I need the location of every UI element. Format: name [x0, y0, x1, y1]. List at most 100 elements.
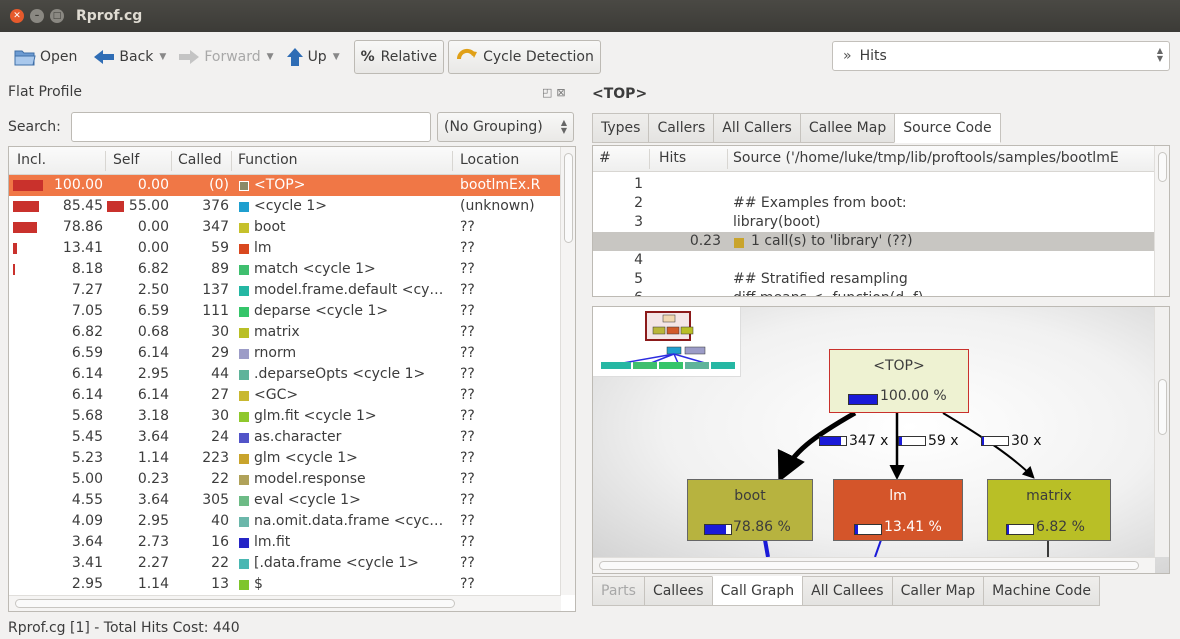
tab-callees[interactable]: Callees: [643, 576, 712, 606]
float-dock-icon[interactable]: ◰: [542, 86, 556, 99]
self-cell: 0.00: [137, 240, 169, 256]
forward-dropdown-icon[interactable]: ▼: [267, 52, 274, 62]
table-row[interactable]: 5.68 3.18 30 glm.fit <cycle 1>??: [9, 406, 561, 427]
called-cell: 44: [211, 366, 229, 382]
incl-cell: 6.14: [71, 387, 103, 403]
table-row[interactable]: 2.95 1.14 13 $??: [9, 574, 561, 595]
graph-node-matrix[interactable]: matrix 6.82 %: [987, 479, 1111, 541]
function-cell: matrix: [254, 324, 300, 340]
incl-cell: 4.55: [71, 492, 103, 508]
self-cell: 2.95: [137, 513, 169, 529]
table-row[interactable]: 3.64 2.73 16 lm.fit??: [9, 532, 561, 553]
graph-horizontal-scrollbar[interactable]: [593, 557, 1155, 573]
column-location[interactable]: Location: [460, 152, 519, 168]
source-line-number: 6: [593, 290, 643, 296]
search-input[interactable]: [71, 112, 431, 142]
back-label: Back: [119, 49, 154, 65]
column-called[interactable]: Called: [178, 152, 222, 168]
table-row[interactable]: 4.55 3.64 305 eval <cycle 1>??: [9, 490, 561, 511]
tab-caller-map[interactable]: Caller Map: [891, 576, 984, 606]
tab-machine-code[interactable]: Machine Code: [983, 576, 1100, 606]
table-row[interactable]: 5.23 1.14 223 glm <cycle 1>??: [9, 448, 561, 469]
incl-cost-bar: [13, 222, 37, 233]
tab-source-code[interactable]: Source Code: [894, 113, 1001, 143]
column-hits[interactable]: Hits: [659, 150, 686, 166]
function-color-swatch: [239, 349, 249, 359]
table-row[interactable]: 6.14 2.95 44 .deparseOpts <cycle 1>??: [9, 364, 561, 385]
tab-call-graph[interactable]: Call Graph: [711, 576, 803, 606]
source-line-hits: 0.23: [689, 233, 721, 249]
graph-node-lm[interactable]: lm 13.41 %: [833, 479, 963, 541]
column-function[interactable]: Function: [238, 152, 298, 168]
table-row[interactable]: 5.00 0.23 22 model.response??: [9, 469, 561, 490]
function-cell: eval <cycle 1>: [254, 492, 361, 508]
function-color-swatch: [239, 391, 249, 401]
function-cell: glm.fit <cycle 1>: [254, 408, 377, 424]
incl-cell: 7.27: [71, 282, 103, 298]
tab-parts[interactable]: Parts: [592, 576, 644, 606]
called-cell: 27: [211, 387, 229, 403]
table-row[interactable]: 5.45 3.64 24 as.character??: [9, 427, 561, 448]
table-row[interactable]: 6.59 6.14 29 rnorm??: [9, 343, 561, 364]
called-cell: 24: [211, 429, 229, 445]
function-cell: model.frame.default <cy…: [254, 282, 444, 298]
incl-cell: 100.00: [54, 177, 103, 193]
column-line-number[interactable]: #: [599, 150, 611, 166]
grouping-select[interactable]: (No Grouping) ▲ ▼: [437, 112, 574, 142]
tab-types[interactable]: Types: [592, 113, 649, 143]
table-row[interactable]: 3.41 2.27 22 [.data.frame <cycle 1>??: [9, 553, 561, 574]
table-row[interactable]: 4.09 2.95 40 na.omit.data.frame <cyc…??: [9, 511, 561, 532]
graph-node-boot[interactable]: boot 78.86 %: [687, 479, 813, 541]
graph-vertical-scrollbar[interactable]: [1154, 307, 1169, 557]
graph-node-matrix-bar: [1006, 524, 1034, 535]
incl-cost-bar: [13, 264, 15, 275]
table-row[interactable]: 7.27 2.50 137 model.frame.default <cy…??: [9, 280, 561, 301]
up-dropdown-icon[interactable]: ▼: [333, 52, 340, 62]
back-dropdown-icon[interactable]: ▼: [159, 52, 166, 62]
tab-callers[interactable]: Callers: [648, 113, 714, 143]
panel-splitter[interactable]: [580, 84, 586, 614]
tab-callee-map[interactable]: Callee Map: [799, 113, 895, 143]
incl-cell: 2.95: [71, 576, 103, 592]
table-row[interactable]: 8.18 6.82 89 match <cycle 1>??: [9, 259, 561, 280]
tab-all-callers[interactable]: All Callers: [713, 113, 800, 143]
function-cell: $: [254, 576, 263, 592]
self-cell: 2.27: [137, 555, 169, 571]
cost-type-select[interactable]: » Hits ▲ ▼: [832, 41, 1170, 71]
cycle-detection-toggle[interactable]: Cycle Detection: [448, 40, 601, 74]
vertical-scrollbar[interactable]: [560, 147, 575, 595]
select-arrows-icon: ▲ ▼: [560, 118, 567, 135]
location-cell: ??: [460, 387, 475, 403]
column-incl[interactable]: Incl.: [17, 152, 46, 168]
table-row[interactable]: 100.00 0.00 (0) <TOP> bootlmEx.R: [9, 175, 561, 196]
table-row[interactable]: 6.14 6.14 27 <GC>??: [9, 385, 561, 406]
detail-tabs-bottom: Parts Callees Call Graph All Callees Caller …: [592, 576, 1100, 606]
maximize-window-button[interactable]: □: [50, 9, 64, 23]
close-dock-icon[interactable]: ⊠: [556, 86, 569, 99]
graph-node-lm-label: lm: [889, 488, 907, 504]
table-row[interactable]: 78.86 0.00 347 boot??: [9, 217, 561, 238]
location-cell: ??: [460, 303, 475, 319]
table-row[interactable]: 6.82 0.68 30 matrix??: [9, 322, 561, 343]
horizontal-scrollbar[interactable]: [9, 595, 561, 611]
source-vertical-scrollbar[interactable]: [1154, 146, 1169, 296]
tab-all-callees[interactable]: All Callees: [802, 576, 892, 606]
open-button[interactable]: Open: [8, 40, 83, 74]
detail-tabs-top: Types Callers All Callers Callee Map Source …: [592, 113, 1001, 143]
graph-node-top[interactable]: <TOP> 100.00 %: [829, 349, 969, 413]
function-color-swatch: [239, 559, 249, 569]
called-cell: 30: [211, 324, 229, 340]
up-button[interactable]: Up ▼: [280, 40, 346, 74]
function-cell: model.response: [254, 471, 366, 487]
column-self[interactable]: Self: [113, 152, 139, 168]
table-row[interactable]: 85.45 55.00 376 <cycle 1> (unknown): [9, 196, 561, 217]
incl-cost-bar: [13, 201, 39, 212]
forward-button[interactable]: Forward ▼: [172, 40, 279, 74]
close-window-button[interactable]: ✕: [10, 9, 24, 23]
table-row[interactable]: 13.41 0.00 59 lm??: [9, 238, 561, 259]
table-row[interactable]: 7.05 6.59 111 deparse <cycle 1>??: [9, 301, 561, 322]
column-source[interactable]: Source ('/home/luke/tmp/lib/proftools/sa…: [733, 150, 1119, 166]
minimize-window-button[interactable]: –: [30, 9, 44, 23]
relative-toggle[interactable]: % Relative: [353, 40, 445, 74]
back-button[interactable]: Back ▼: [87, 40, 172, 74]
